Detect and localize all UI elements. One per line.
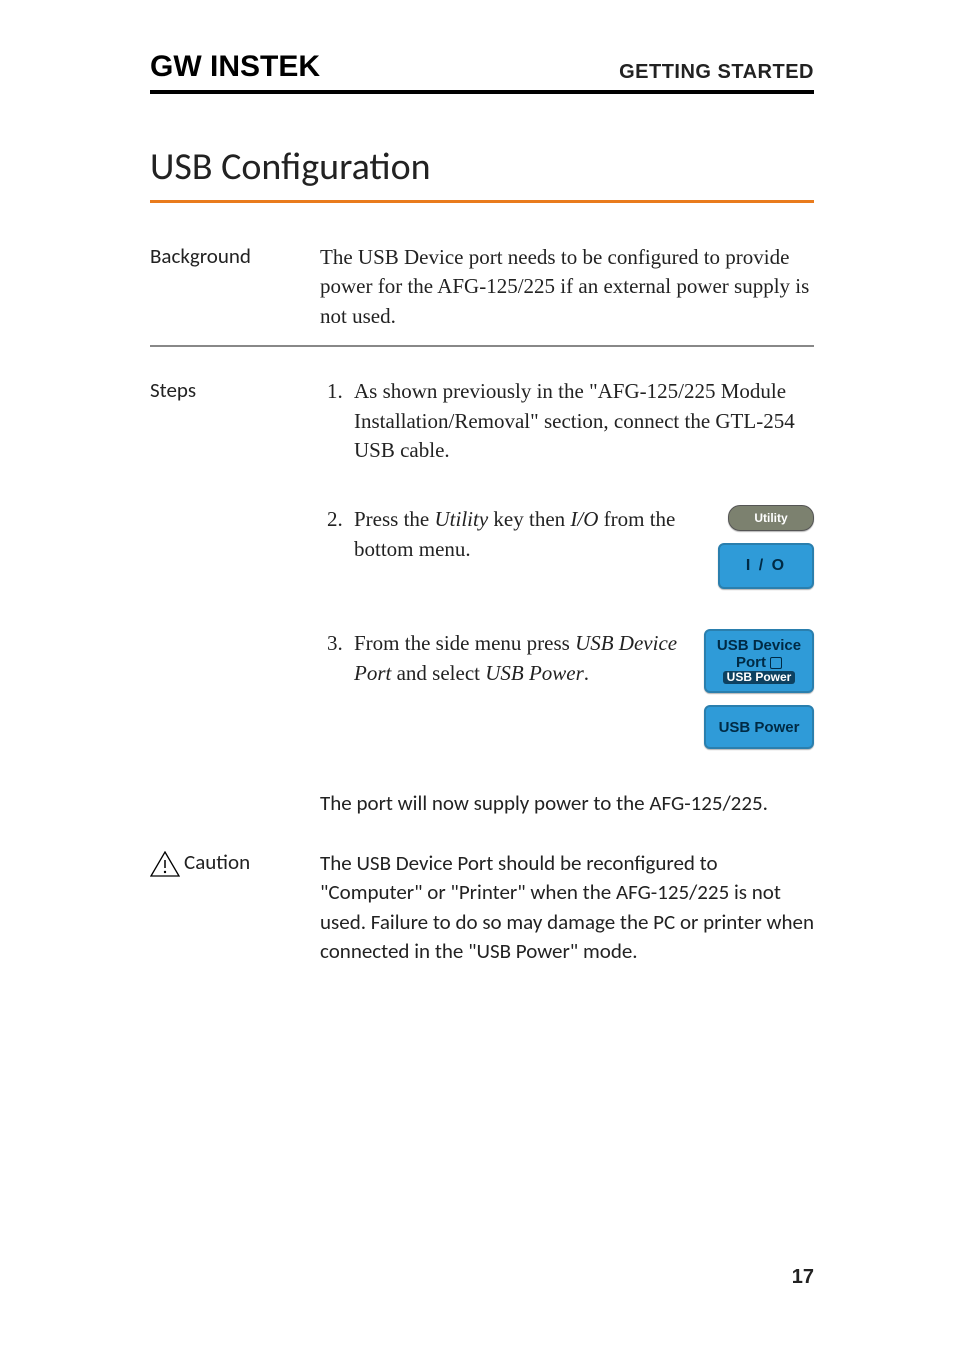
step-2: Press the Utility key then I/O from the …: [348, 505, 814, 589]
usb-device-line2: Port: [736, 655, 766, 672]
step-3-row: From the side menu press USB Device Port…: [354, 629, 814, 749]
port-supply-note: The port will now supply power to the AF…: [320, 789, 814, 818]
usb-device-pill: USB Power: [723, 671, 796, 684]
step-2-em2: I/O: [570, 507, 598, 531]
page-title: USB Configuration: [150, 144, 814, 203]
background-text: The USB Device port needs to be configur…: [320, 243, 814, 331]
step-1: As shown previously in the "AFG-125/225 …: [348, 377, 814, 465]
page-header: GW INSTEK GETTING STARTED: [150, 50, 814, 94]
caution-triangle-icon: [150, 851, 180, 877]
caution-text: The USB Device Port should be reconfigur…: [320, 849, 814, 967]
background-section: Background The USB Device port needs to …: [150, 243, 814, 346]
caution-section: Caution The USB Device Port should be re…: [150, 849, 814, 967]
steps-list: As shown previously in the "AFG-125/225 …: [320, 377, 814, 749]
io-button[interactable]: I / O: [718, 543, 814, 589]
step-2-em1: Utility: [435, 507, 489, 531]
usb-device-line1: USB Device: [717, 638, 801, 655]
step-3-prefix: From the side menu press: [354, 631, 575, 655]
step-2-buttons: Utility I / O: [718, 505, 814, 589]
step-2-text: Press the Utility key then I/O from the …: [354, 505, 698, 564]
step-1-text: As shown previously in the "AFG-125/225 …: [354, 379, 795, 462]
caution-label: Caution: [184, 849, 250, 875]
utility-button[interactable]: Utility: [728, 505, 814, 531]
background-label: Background: [150, 243, 320, 269]
step-3-em2: USB Power: [485, 661, 584, 685]
usb-device-port-button[interactable]: USB Device Port USB Power: [704, 629, 814, 693]
step-3-mid: and select: [391, 661, 485, 685]
step-2-prefix: Press the: [354, 507, 435, 531]
brand-logo: GW INSTEK: [150, 50, 320, 84]
usb-device-line2-row: Port: [736, 655, 782, 672]
caution-label-col: Caution: [150, 849, 320, 877]
steps-section: Steps As shown previously in the "AFG-12…: [150, 346, 814, 839]
usb-power-button[interactable]: USB Power: [704, 705, 814, 749]
step-2-mid: key then: [488, 507, 570, 531]
step-3: From the side menu press USB Device Port…: [348, 629, 814, 749]
step-2-row: Press the Utility key then I/O from the …: [354, 505, 814, 589]
page-number: 17: [792, 1266, 814, 1289]
chapter-label: GETTING STARTED: [619, 61, 814, 84]
knob-icon: [770, 657, 782, 669]
step-3-buttons: USB Device Port USB Power USB Power: [704, 629, 814, 749]
steps-body: As shown previously in the "AFG-125/225 …: [320, 377, 814, 839]
brand-text: GW INSTEK: [150, 50, 320, 83]
step-3-text: From the side menu press USB Device Port…: [354, 629, 684, 688]
step-3-suffix: .: [584, 661, 589, 685]
steps-label: Steps: [150, 377, 320, 403]
